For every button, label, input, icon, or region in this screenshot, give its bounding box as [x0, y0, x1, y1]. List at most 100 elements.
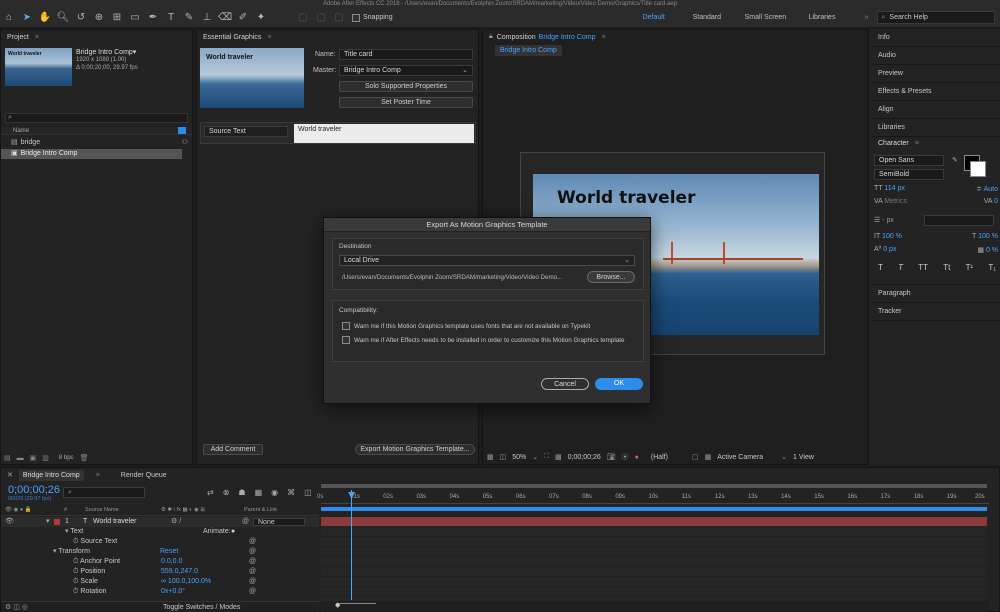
- panel-effects-presets[interactable]: Effects & Presets: [870, 83, 1000, 101]
- typekit-warning-checkbox[interactable]: [342, 322, 350, 330]
- motion-blur-icon[interactable]: ◉: [271, 488, 278, 497]
- draft-3d-icon[interactable]: ⊗: [223, 488, 230, 497]
- parent-link-column[interactable]: Parent & Link: [244, 507, 277, 513]
- zoom-tool-icon[interactable]: 🔍︎: [56, 11, 70, 25]
- essential-graphics-tab[interactable]: Essential Graphics ≡: [197, 30, 478, 44]
- grid-icon[interactable]: ▦: [487, 453, 494, 461]
- snapping-checkbox[interactable]: [352, 13, 360, 22]
- view-axis-icon[interactable]: ▢: [332, 11, 346, 25]
- transform-group-row[interactable]: ▾ Transform Reset @: [53, 547, 303, 557]
- graph-editor-icon[interactable]: ⌘: [287, 488, 295, 497]
- show-snapshot-icon[interactable]: ⦿: [622, 452, 629, 462]
- panel-libraries[interactable]: Libraries: [870, 119, 1000, 137]
- text-group-row[interactable]: ▾ Text Animate: ●: [65, 527, 315, 537]
- workspace-overflow-icon[interactable]: »: [865, 14, 869, 21]
- sort-icon[interactable]: [178, 127, 186, 134]
- master-dropdown[interactable]: Bridge Intro Comp ⌄: [339, 65, 473, 76]
- type-tool-icon[interactable]: T: [164, 11, 178, 25]
- expand-arrow-icon[interactable]: ▾: [46, 517, 50, 527]
- typekit-warning-option[interactable]: Warn me if this Motion Graphics template…: [342, 322, 590, 330]
- source-text-label[interactable]: Source Text: [204, 126, 288, 137]
- pickwhip-icon[interactable]: @: [249, 587, 256, 597]
- search-help-field[interactable]: ⌕ Search Help: [876, 11, 995, 24]
- set-poster-time-button[interactable]: Set Poster Time: [339, 97, 473, 108]
- tab-menu-icon[interactable]: ≡: [96, 470, 101, 481]
- position-value[interactable]: 559.0,247.0: [161, 567, 198, 577]
- project-comp-name[interactable]: Bridge Intro Comp▾: [76, 48, 136, 56]
- browse-button[interactable]: Browse...: [587, 271, 635, 283]
- timeline-timecode[interactable]: 0;00;00;26: [8, 484, 60, 496]
- zoom-slider-bar[interactable]: ◆: [321, 601, 989, 612]
- panel-align[interactable]: Align: [870, 101, 1000, 119]
- camera-tool-icon[interactable]: ⊕: [92, 11, 106, 25]
- close-icon[interactable]: ✕: [7, 470, 13, 481]
- superscript-button[interactable]: T¹: [966, 263, 974, 272]
- position-row[interactable]: ⏱ Position 559.0,247.0 @: [73, 567, 323, 577]
- character-tab[interactable]: Character ≡: [870, 137, 1000, 151]
- template-name-field[interactable]: Title card: [339, 49, 473, 60]
- transform-reset[interactable]: Reset: [160, 547, 178, 557]
- column-name[interactable]: Name: [1, 128, 29, 134]
- ok-button[interactable]: OK: [595, 378, 643, 390]
- panel-tracker[interactable]: Tracker: [870, 303, 1000, 321]
- cancel-button[interactable]: Cancel: [541, 378, 589, 390]
- home-icon[interactable]: ⌂: [2, 11, 16, 25]
- scale-value[interactable]: ∞ 100.0,100.0%: [161, 577, 211, 587]
- stroke-type-dropdown[interactable]: [924, 215, 994, 226]
- panel-audio[interactable]: Audio: [870, 47, 1000, 65]
- composition-tab[interactable]: 🔒︎ Composition Bridge Intro Comp ≡: [483, 30, 867, 44]
- source-name-column[interactable]: Source Name: [85, 507, 119, 513]
- pen-tool-icon[interactable]: ✒: [146, 11, 160, 25]
- view-layout-dropdown[interactable]: 1 View: [793, 454, 814, 461]
- rotation-row[interactable]: ⏱ Rotation 0x+0.0° @: [73, 587, 323, 597]
- font-family-dropdown[interactable]: Open Sans: [874, 155, 944, 166]
- visibility-icon[interactable]: 👁: [5, 517, 14, 527]
- camera-dropdown[interactable]: Active Camera: [717, 454, 763, 461]
- workspace-default[interactable]: Default: [643, 8, 693, 28]
- layer-name[interactable]: World traveler: [93, 517, 136, 527]
- small-caps-button[interactable]: Tt: [943, 263, 950, 272]
- roto-brush-tool-icon[interactable]: ✐: [236, 11, 250, 25]
- workspace-standard[interactable]: Standard: [693, 8, 745, 28]
- frame-blending-icon[interactable]: ▦: [255, 488, 263, 497]
- add-comment-button[interactable]: Add Comment: [203, 444, 263, 455]
- new-comp-icon[interactable]: ▣: [30, 454, 37, 462]
- chart-icon[interactable]: ◫: [304, 488, 312, 497]
- transparency-icon[interactable]: ▦: [705, 453, 712, 461]
- snapping-toggle[interactable]: Snapping: [352, 13, 393, 22]
- all-caps-button[interactable]: TT: [918, 263, 928, 272]
- mask-icon[interactable]: ◫: [500, 453, 507, 461]
- font-style-dropdown[interactable]: SemiBold: [874, 169, 944, 180]
- interpret-footage-icon[interactable]: ▤: [4, 454, 11, 462]
- comp-title-text[interactable]: World traveler: [557, 188, 695, 208]
- vertical-scale-value[interactable]: 100 %: [882, 233, 902, 240]
- project-item-bridge[interactable]: ▤ bridge ⚇: [1, 138, 192, 148]
- tsume-value[interactable]: 0 %: [986, 247, 998, 254]
- eraser-tool-icon[interactable]: ⌫: [218, 11, 232, 25]
- pickwhip-icon[interactable]: @: [249, 547, 256, 557]
- settings-icon[interactable]: ▥: [42, 454, 49, 462]
- workspace-libraries[interactable]: Libraries: [809, 8, 865, 28]
- transparency-grid-icon[interactable]: ▩: [555, 453, 562, 461]
- leading-value[interactable]: Auto: [984, 186, 998, 193]
- comp-mini-flowchart-icon[interactable]: ⇄: [207, 488, 214, 497]
- anchor-point-value[interactable]: 0.0,0.0: [161, 557, 182, 567]
- zoom-dropdown[interactable]: 50%: [512, 454, 526, 461]
- panel-info[interactable]: Info: [870, 29, 1000, 47]
- resolution-dropdown[interactable]: (Half): [651, 454, 668, 461]
- region-icon[interactable]: ▢: [692, 453, 699, 461]
- eyedropper-icon[interactable]: ✎: [952, 156, 958, 164]
- pickwhip-icon[interactable]: @: [249, 537, 256, 547]
- shy-layers-icon[interactable]: ☗: [238, 488, 245, 497]
- layer-row[interactable]: 👁 ▾ 1 T World traveler ⚙ / @ None: [1, 517, 319, 527]
- work-area-bar[interactable]: [321, 484, 987, 488]
- snapshot-icon[interactable]: 📷︎: [607, 453, 616, 461]
- time-navigator[interactable]: [321, 507, 987, 511]
- brush-tool-icon[interactable]: ✎: [182, 11, 196, 25]
- lock-icon[interactable]: 🔒︎: [489, 33, 493, 41]
- local-axis-icon[interactable]: ▢: [296, 11, 310, 25]
- font-size-value[interactable]: 114 px: [884, 185, 905, 192]
- comp-timecode[interactable]: 0;00;00;26: [568, 454, 601, 461]
- new-folder-icon[interactable]: ▬: [17, 455, 24, 462]
- channel-icon[interactable]: ●: [635, 454, 639, 461]
